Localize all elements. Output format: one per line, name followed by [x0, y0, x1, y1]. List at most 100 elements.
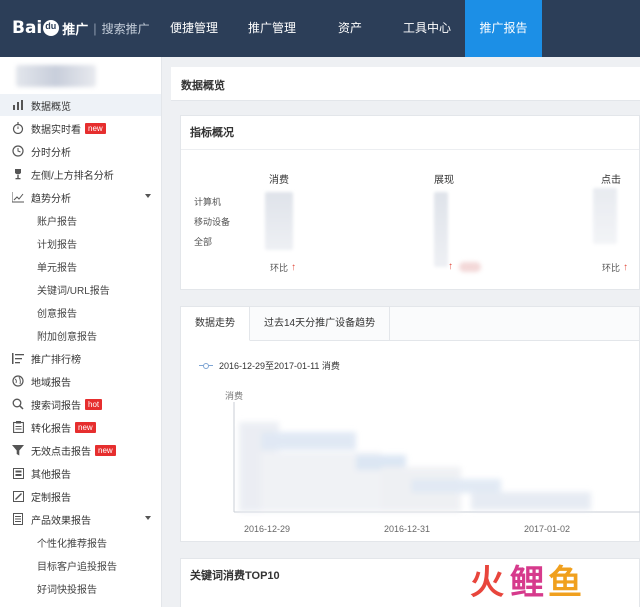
arrow-up-icon: ↑: [623, 262, 629, 273]
row-label-mobile: 移动设备: [194, 217, 231, 227]
sidebar-item-unit-report[interactable]: 单元报告: [0, 255, 161, 277]
sidebar-item-label: 数据概览: [31, 101, 71, 113]
impressions-values-blurred: [434, 192, 448, 267]
x-tick-label: 2016-12-29: [244, 524, 291, 534]
sidebar-item-label: 地域报告: [31, 377, 71, 389]
watermark-char: 鲤: [510, 563, 544, 603]
clipboard-icon: [12, 421, 24, 433]
watermark-logo: 火 鲤 鱼: [470, 565, 582, 601]
x-tick-label: 2017-01-02: [524, 524, 571, 534]
x-tick-label: 2016-12-31: [384, 524, 431, 534]
clicks-values-blurred: [593, 188, 617, 244]
metric-cost-label: 消费: [269, 175, 289, 186]
nav-promotion-manage[interactable]: 推广管理: [233, 0, 311, 57]
sidebar-item-search-terms[interactable]: 搜索词报告 hot: [0, 393, 161, 415]
overview-panel: 指标概况 消费 展现 点击 计算机 移动设备 全部 环比 ↑ ↑ 环比 ↑: [180, 115, 640, 290]
sidebar-item-label: 趋势分析: [31, 193, 71, 205]
ratio-label: 环比: [602, 263, 621, 273]
sidebar-item-other[interactable]: 其他报告: [0, 462, 161, 484]
clock-icon: [12, 145, 24, 157]
sidebar-item-keyword-report[interactable]: 关键词/URL报告: [0, 278, 161, 300]
ratio-value-blurred: [459, 261, 481, 272]
sidebar-item-conversion[interactable]: 转化报告 new: [0, 416, 161, 438]
logo-separator: |: [93, 20, 97, 36]
sidebar-item-custom[interactable]: 定制报告: [0, 485, 161, 507]
watermark-char: 鱼: [548, 563, 582, 603]
sidebar-item-label: 左侧/上方排名分析: [31, 170, 114, 182]
sidebar-item-region[interactable]: 地域报告: [0, 370, 161, 392]
page-title: 数据概览: [181, 80, 225, 92]
page-header: 数据概览: [171, 67, 640, 101]
sidebar-item-label: 定制报告: [31, 492, 71, 504]
arrow-up-icon: ↑: [291, 262, 297, 273]
trend-panel: 数据走势 过去14天分推广设备趋势 2016-12-29至2017-01-11 …: [180, 306, 640, 542]
globe-icon: [12, 375, 24, 387]
cost-ratio: 环比 ↑: [270, 261, 296, 274]
top-nav-bar: Bai 推广 | 搜索推广 便捷管理 推广管理 资产 工具中心 推广报告: [0, 0, 640, 57]
sidebar-item-realtime[interactable]: 数据实时看 new: [0, 117, 161, 139]
sidebar-item-label: 搜索词报告: [31, 400, 81, 412]
new-badge: new: [95, 444, 116, 456]
blurred-series: [239, 422, 591, 512]
new-badge: new: [85, 122, 106, 134]
sidebar-item-invalid-clicks[interactable]: 无效点击报告 new: [0, 439, 161, 461]
sidebar-item-rank-analysis[interactable]: 左侧/上方排名分析: [0, 163, 161, 185]
sidebar-item-account-report[interactable]: 账户报告: [0, 209, 161, 231]
trend-chart-blurred: [233, 402, 640, 513]
sidebar-item-label: 数据实时看: [31, 124, 81, 136]
sidebar-item-label: 转化报告: [31, 423, 71, 435]
sidebar-item-ranking[interactable]: 推广排行榜: [0, 347, 161, 369]
sidebar-item-label: 产品效果报告: [31, 515, 91, 527]
metric-clicks-label: 点击: [601, 175, 621, 186]
chevron-down-icon: [145, 516, 151, 520]
sidebar-item-label: 分时分析: [31, 147, 71, 159]
sidebar-item-plan-report[interactable]: 计划报告: [0, 232, 161, 254]
edit-icon: [12, 490, 24, 502]
logo-suffix: 推广: [62, 21, 89, 37]
sidebar-item-label: 其他报告: [31, 469, 71, 481]
main-nav: 便捷管理 推广管理 资产 工具中心 推广报告: [155, 0, 542, 57]
sidebar: 数据概览 数据实时看 new 分时分析 左侧/上方排名分析 趋势分析 账户报告 …: [0, 57, 162, 607]
baidu-paw-icon: [43, 20, 60, 36]
trophy-icon: [12, 168, 24, 180]
chevron-down-icon: [145, 194, 151, 198]
sidebar-item-label: 无效点击报告: [31, 446, 91, 458]
sidebar-item-label: 推广排行榜: [31, 354, 81, 366]
logo-subtitle: 搜索推广: [101, 21, 150, 36]
row-label-all: 全部: [194, 237, 213, 247]
row-label-computer: 计算机: [194, 197, 222, 207]
sidebar-item-overview[interactable]: 数据概览: [0, 94, 161, 116]
sidebar-item-retargeting-report[interactable]: 目标客户追投报告: [0, 554, 161, 576]
sidebar-item-quick-keyword-report[interactable]: 好词快投报告: [0, 577, 161, 599]
document-icon: [12, 513, 24, 525]
metric-impressions-label: 展现: [434, 175, 454, 186]
overview-title: 指标概况: [181, 116, 639, 150]
sidebar-item-hourly[interactable]: 分时分析: [0, 140, 161, 162]
search-icon: [12, 398, 24, 410]
clicks-ratio: 环比 ↑: [602, 261, 628, 274]
ratio-label: 环比: [270, 263, 289, 273]
baidu-logo[interactable]: Bai 推广 | 搜索推广: [12, 14, 150, 42]
nav-tools[interactable]: 工具中心: [389, 0, 465, 57]
account-name-blurred[interactable]: [16, 65, 96, 87]
cost-values-blurred: [265, 192, 293, 250]
sidebar-item-creative-report[interactable]: 创意报告: [0, 301, 161, 323]
nav-assets[interactable]: 资产: [311, 0, 389, 57]
list-rank-icon: [12, 352, 24, 364]
sidebar-item-extra-creative-report[interactable]: 附加创意报告: [0, 324, 161, 346]
filter-icon: [12, 444, 24, 456]
bar-chart-icon: [12, 99, 24, 111]
arrow-up-icon: ↑: [448, 261, 453, 272]
line-chart-icon: [12, 191, 24, 203]
stopwatch-icon: [12, 122, 24, 134]
sidebar-item-personalized-report[interactable]: 个性化推荐报告: [0, 531, 161, 553]
new-badge: new: [75, 421, 96, 433]
grid-icon: [12, 467, 24, 479]
logo-text: Bai: [12, 18, 43, 38]
sidebar-item-trend[interactable]: 趋势分析: [0, 186, 161, 208]
nav-reports[interactable]: 推广报告: [465, 0, 542, 57]
hot-badge: hot: [85, 398, 103, 410]
sidebar-item-product-effect[interactable]: 产品效果报告: [0, 508, 161, 530]
watermark-char: 火: [470, 563, 504, 603]
nav-quick-manage[interactable]: 便捷管理: [155, 0, 233, 57]
